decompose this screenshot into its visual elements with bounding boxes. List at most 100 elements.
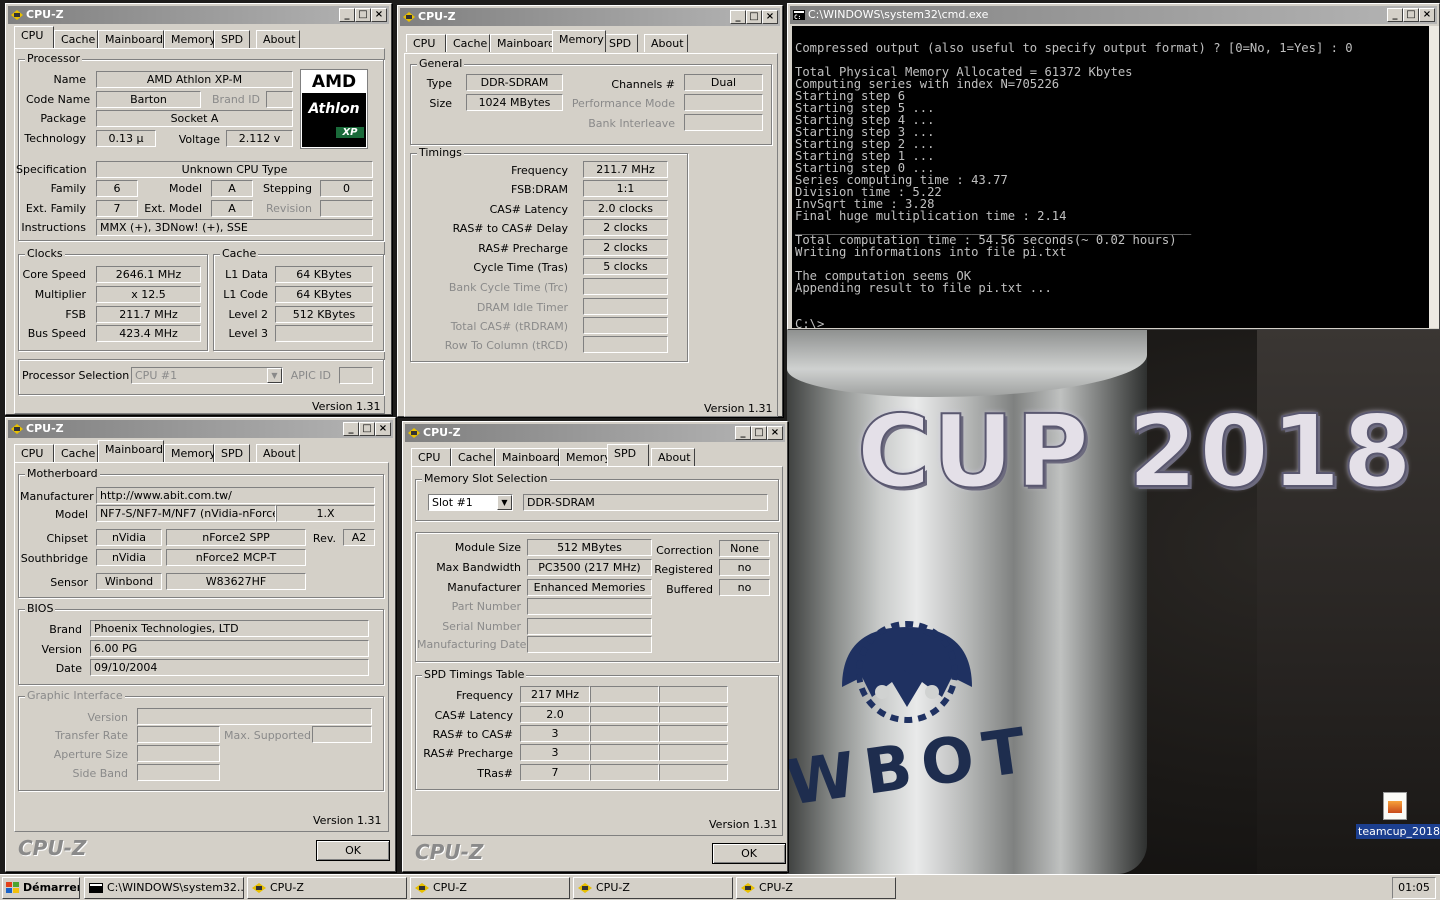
tab-about[interactable]: About	[644, 34, 688, 52]
tab-bar: CPU Cache Mainboard Memory SPD About	[12, 26, 385, 48]
label: Date	[55, 662, 82, 675]
label: Bus Speed	[27, 327, 86, 340]
cpuz-titlebar[interactable]: CPU-Z _ □ ×	[405, 424, 785, 442]
tab-spd[interactable]: SPD	[607, 444, 649, 466]
tab-memory[interactable]: Memory	[552, 30, 606, 52]
total-cas-field	[583, 317, 668, 334]
task-cmd[interactable]: C:\WINDOWS\system32...	[84, 877, 244, 899]
group-title: General	[417, 57, 465, 70]
group-title: Graphic Interface	[25, 689, 125, 702]
tab-memory[interactable]: Memory	[559, 448, 611, 466]
tab-cache[interactable]: Cache	[446, 34, 490, 52]
version-label: Version 1.31	[313, 814, 382, 827]
level3-field	[275, 325, 373, 342]
cpuz-window-spd[interactable]: CPU-Z _ □ × CPU Cache Mainboard Memory S…	[402, 421, 788, 872]
tab-about[interactable]: About	[651, 448, 695, 466]
tab-mainboard[interactable]: Mainboard	[98, 440, 164, 462]
cpuz-window-mainboard[interactable]: CPU-Z _ □ × CPU Cache Mainboard Memory S…	[5, 417, 396, 872]
minimize-button[interactable]: _	[1387, 8, 1403, 22]
processor-select[interactable]: CPU #1	[131, 367, 283, 384]
cmd-titlebar[interactable]: C: C:\WINDOWS\system32\cmd.exe _ □ ×	[790, 6, 1437, 24]
maximize-button[interactable]: □	[359, 422, 375, 436]
cpuz-title: CPU-Z	[26, 8, 64, 21]
tab-spd[interactable]: SPD	[214, 444, 250, 462]
tab-cache[interactable]: Cache	[451, 448, 495, 466]
label: Processor Selection	[22, 369, 130, 382]
close-button[interactable]: ×	[371, 8, 387, 22]
spd-empty-cell	[659, 706, 728, 723]
tab-cache[interactable]: Cache	[54, 30, 98, 48]
cpuz-titlebar[interactable]: CPU-Z _ □ ×	[400, 8, 780, 26]
tab-about[interactable]: About	[256, 444, 300, 462]
maximize-button[interactable]: □	[746, 10, 762, 24]
group-title: SPD Timings Table	[422, 668, 527, 681]
group-title: Motherboard	[25, 467, 100, 480]
chevron-down-icon[interactable]: ▼	[267, 368, 282, 383]
tab-mainboard[interactable]: Mainboard	[495, 448, 560, 466]
stepping-field: 0	[320, 180, 373, 197]
gi-version-field	[137, 708, 372, 725]
tab-cache[interactable]: Cache	[54, 444, 98, 462]
maximize-button[interactable]: □	[1403, 8, 1419, 22]
cpuz-window-memory[interactable]: CPU-Z _ □ × CPU Cache Mainboard Memory S…	[397, 5, 783, 417]
technology-field: 0.13 µ	[96, 130, 156, 147]
label: Sensor	[50, 576, 88, 589]
task-cpuz-4[interactable]: CPU-Z	[736, 877, 896, 899]
console-line: Appending result to file pi.txt ...	[795, 281, 1052, 295]
close-button[interactable]: ×	[375, 422, 391, 436]
label: Stepping	[262, 182, 312, 195]
tray-clock[interactable]: 01:05	[1392, 877, 1436, 899]
task-cpuz-3[interactable]: CPU-Z	[573, 877, 733, 899]
tab-memory[interactable]: Memory	[164, 30, 216, 48]
tab-cpu[interactable]: CPU	[14, 26, 54, 48]
tab-mainboard[interactable]: Mainboard	[490, 34, 556, 52]
registered-field: no	[719, 559, 770, 576]
console-output[interactable]: Compressed output (also useful to specif…	[792, 26, 1429, 328]
tab-spd[interactable]: SPD	[214, 30, 250, 48]
maximize-button[interactable]: □	[355, 8, 371, 22]
minimize-button[interactable]: _	[735, 426, 751, 440]
console-scrollbar[interactable]	[1429, 26, 1439, 328]
tab-about[interactable]: About	[256, 30, 300, 48]
model-field: A	[211, 180, 253, 197]
label: Frequency	[456, 689, 513, 702]
tab-mainboard[interactable]: Mainboard	[98, 30, 164, 48]
spd-empty-cell	[659, 725, 728, 742]
tab-cpu[interactable]: CPU	[406, 34, 446, 52]
maximize-button[interactable]: □	[751, 426, 767, 440]
version-label: Version 1.31	[704, 402, 773, 415]
tab-memory[interactable]: Memory	[164, 444, 216, 462]
start-button[interactable]: Démarrer	[2, 877, 80, 899]
close-button[interactable]: ×	[767, 426, 783, 440]
task-label: CPU-Z	[433, 881, 467, 894]
ok-button[interactable]: OK	[712, 843, 786, 864]
cpuz-titlebar[interactable]: CPU-Z _ □ ×	[8, 420, 393, 438]
close-button[interactable]: ×	[762, 10, 778, 24]
minimize-button[interactable]: _	[730, 10, 746, 24]
spd-ras-precharge-field: 3	[520, 744, 590, 761]
task-cpuz-2[interactable]: CPU-Z	[410, 877, 570, 899]
minimize-button[interactable]: _	[343, 422, 359, 436]
spd-tras-field: 7	[520, 764, 590, 781]
chevron-down-icon[interactable]: ▼	[497, 495, 512, 510]
task-label: CPU-Z	[270, 881, 304, 894]
task-label: CPU-Z	[596, 881, 630, 894]
voltage-field: 2.112 v	[226, 130, 293, 147]
minimize-button[interactable]: _	[339, 8, 355, 22]
gi-sideband-field	[137, 764, 220, 781]
close-button[interactable]: ×	[1419, 8, 1435, 22]
label: Level 2	[228, 308, 268, 321]
cpuz-app-icon	[403, 12, 415, 22]
tab-cpu[interactable]: CPU	[411, 448, 451, 466]
cmd-window[interactable]: C: C:\WINDOWS\system32\cmd.exe _ □ × Com…	[787, 3, 1440, 330]
spd-empty-cell	[590, 764, 659, 781]
cpuz-titlebar[interactable]: CPU-Z _ □ ×	[8, 6, 389, 24]
spd-frequency-field: 217 MHz	[520, 686, 590, 703]
cpuz-window-cpu[interactable]: CPU-Z _ □ × CPU Cache Mainboard Memory S…	[5, 3, 392, 415]
task-cpuz-1[interactable]: CPU-Z	[247, 877, 407, 899]
label: Technology	[24, 132, 86, 145]
tab-spd[interactable]: SPD	[602, 34, 638, 52]
tab-cpu[interactable]: CPU	[14, 444, 54, 462]
desktop-icon-teamcup[interactable]: teamcup_2018	[1356, 792, 1440, 839]
ok-button[interactable]: OK	[316, 840, 390, 861]
